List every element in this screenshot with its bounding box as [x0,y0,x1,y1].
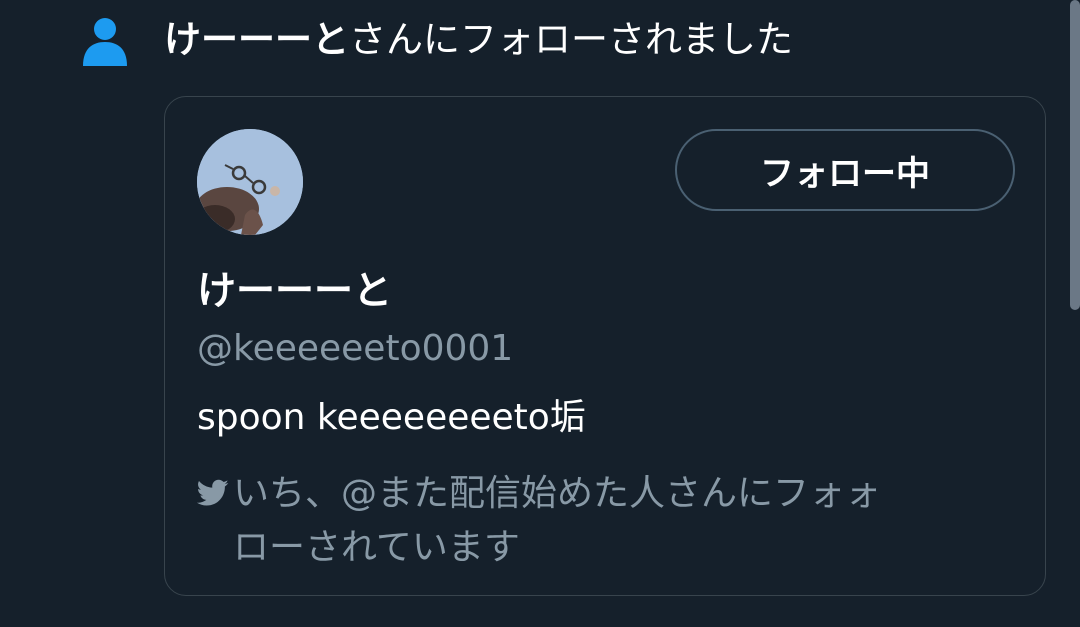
notification-page: けーーーとさんにフォローされました フォロー中 けーーーと @keeeeeeto… [0,0,1080,627]
notification-actor-name[interactable]: けーーーと [164,18,349,61]
notification-text[interactable]: けーーーとさんにフォローされました [164,12,793,68]
social-context: いち、@また配信始めた人さんにフォォ ローされています [197,467,977,575]
person-icon [80,14,130,68]
twitter-bird-icon [197,479,229,506]
social-context-line2: ローされています [233,527,520,568]
following-button[interactable]: フォロー中 [675,129,1015,211]
notification-action-text: さんにフォローされました [349,18,793,61]
avatar[interactable] [197,129,303,235]
user-bio: spoon keeeeeeeeto垢 [197,397,586,438]
user-card[interactable]: フォロー中 けーーーと @keeeeeeto0001 spoon keeeeee… [164,96,1046,596]
social-context-line1: いち、@また配信始めた人さんにフォォ [233,473,882,514]
user-handle[interactable]: @keeeeeeto0001 [197,323,513,375]
scrollbar[interactable] [1070,0,1080,310]
display-name[interactable]: けーーーと [197,265,392,319]
